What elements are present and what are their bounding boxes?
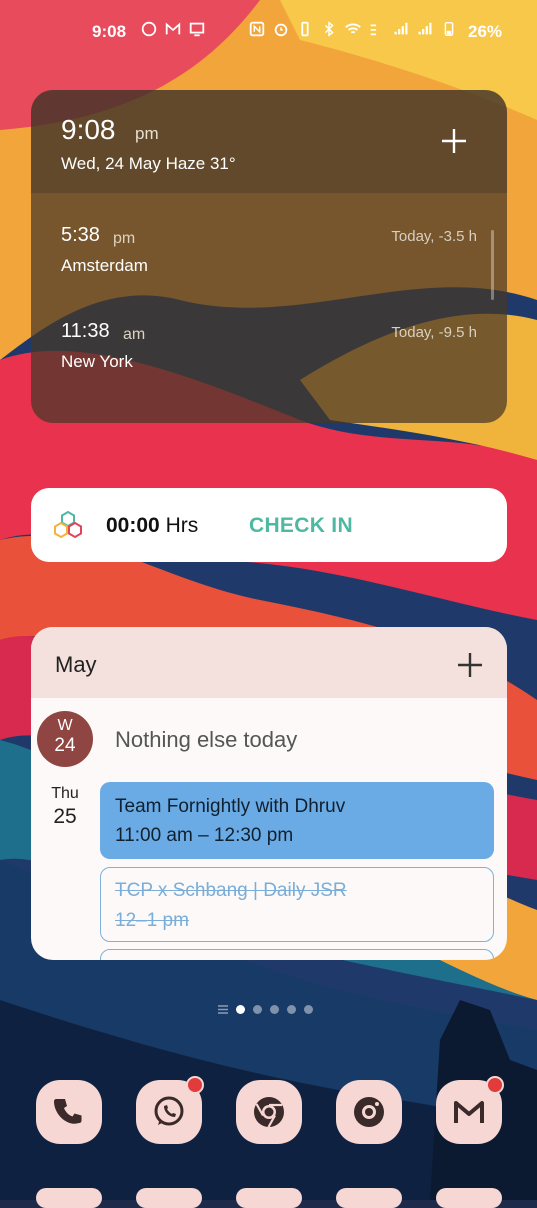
city-offset: Today, -3.5 h bbox=[391, 228, 477, 245]
event-time: 11:00 am – 12:30 pm bbox=[115, 825, 294, 846]
local-ampm: pm bbox=[135, 124, 159, 143]
page-dot bbox=[304, 1005, 313, 1014]
event-card-partial[interactable] bbox=[100, 949, 494, 960]
wifi-icon bbox=[345, 23, 361, 34]
worked-hours: 00:00 Hrs bbox=[106, 514, 198, 538]
chrome-app[interactable] bbox=[236, 1080, 302, 1144]
status-time: 9:08 bbox=[92, 22, 127, 41]
city-time: 11:38 bbox=[61, 320, 110, 342]
world-clock-widget[interactable]: 9:08 pm Wed, 24 May Haze 31° 5:38 pm Ams… bbox=[31, 90, 507, 423]
phone-app[interactable] bbox=[36, 1080, 102, 1144]
event-title: Team Fornightly with Dhruv bbox=[115, 796, 346, 817]
city-ampm: am bbox=[123, 326, 146, 343]
date-weather: Wed, 24 May Haze 31° bbox=[61, 154, 236, 173]
calendar-month[interactable]: May bbox=[55, 652, 97, 678]
next-day-label: Thu 25 bbox=[45, 785, 85, 829]
app-row-peek bbox=[236, 1188, 302, 1208]
gmail-app[interactable] bbox=[436, 1076, 504, 1144]
whatsapp-notification-icon bbox=[141, 21, 157, 37]
whatsapp-icon bbox=[154, 1096, 184, 1126]
hours-unit: Hrs bbox=[165, 514, 199, 537]
whatsapp-app[interactable] bbox=[136, 1076, 204, 1144]
city-ampm: pm bbox=[113, 230, 136, 247]
page-dot-active bbox=[236, 1005, 245, 1014]
camera-icon bbox=[354, 1097, 384, 1127]
app-row-peek bbox=[436, 1188, 502, 1208]
screen-cast-icon bbox=[189, 22, 205, 37]
notification-dot bbox=[186, 1076, 204, 1094]
city-name: New York bbox=[61, 352, 133, 371]
app-dock bbox=[0, 1076, 537, 1146]
today-weekday: W bbox=[57, 717, 73, 734]
status-bar: 9:08 26% bbox=[0, 18, 537, 46]
next-weekday: Thu bbox=[51, 785, 79, 802]
city-name: Amsterdam bbox=[61, 256, 148, 275]
bluetooth-icon bbox=[324, 21, 334, 37]
attendance-widget[interactable]: 00:00 Hrs CHECK IN bbox=[31, 488, 507, 562]
phone-icon bbox=[54, 1099, 82, 1124]
alarm-icon bbox=[274, 23, 288, 37]
volte-icon bbox=[370, 24, 377, 36]
add-city-icon[interactable] bbox=[439, 126, 469, 156]
signal-icon-2 bbox=[418, 22, 432, 35]
vibrate-icon bbox=[301, 21, 309, 37]
page-indicator[interactable] bbox=[218, 1005, 313, 1014]
signal-icon-1 bbox=[394, 22, 408, 35]
gmail-icon bbox=[454, 1101, 484, 1123]
declined-event-card[interactable]: TCP x Schbang | Daily JSR 12–1 pm bbox=[100, 867, 494, 942]
app-row-peek bbox=[36, 1188, 102, 1208]
city-row-new-york[interactable]: 11:38 am New York Today, -9.5 h bbox=[61, 320, 481, 380]
check-in-button[interactable]: CHECK IN bbox=[249, 514, 353, 538]
calendar-header: May bbox=[31, 627, 507, 698]
notification-dot bbox=[486, 1076, 504, 1094]
hexagon-logo-icon bbox=[54, 510, 82, 539]
city-time: 5:38 bbox=[61, 224, 100, 246]
camera-app[interactable] bbox=[336, 1080, 402, 1144]
no-events-message: Nothing else today bbox=[115, 727, 298, 752]
list-page-icon bbox=[218, 1005, 228, 1014]
page-dot bbox=[287, 1005, 296, 1014]
city-row-amsterdam[interactable]: 5:38 pm Amsterdam Today, -3.5 h bbox=[61, 224, 481, 284]
chrome-icon bbox=[254, 1097, 284, 1128]
app-row-peek bbox=[336, 1188, 402, 1208]
gmail-notification-icon bbox=[165, 22, 181, 35]
page-dot bbox=[253, 1005, 262, 1014]
local-time: 9:08 bbox=[61, 114, 116, 145]
local-time-header: 9:08 pm Wed, 24 May Haze 31° bbox=[31, 90, 507, 194]
battery-icon bbox=[444, 21, 454, 37]
event-title: TCP x Schbang | Daily JSR bbox=[115, 880, 347, 901]
nfc-icon bbox=[249, 21, 265, 37]
event-card[interactable]: Team Fornightly with Dhruv 11:00 am – 12… bbox=[100, 782, 494, 859]
calendar-widget[interactable]: May W 24 Nothing else today Thu 25 Team … bbox=[31, 627, 507, 960]
page-dot bbox=[270, 1005, 279, 1014]
next-day: 25 bbox=[53, 805, 77, 828]
clock-scrollbar[interactable] bbox=[491, 230, 494, 300]
add-event-icon[interactable] bbox=[455, 650, 485, 680]
battery-percent: 26% bbox=[468, 22, 503, 41]
today-badge[interactable]: W 24 bbox=[37, 711, 93, 767]
hours-value: 00:00 bbox=[106, 514, 160, 537]
today-day: 24 bbox=[54, 735, 76, 756]
app-row-peek bbox=[136, 1188, 202, 1208]
city-offset: Today, -9.5 h bbox=[391, 324, 477, 341]
event-time: 12–1 pm bbox=[115, 910, 189, 931]
